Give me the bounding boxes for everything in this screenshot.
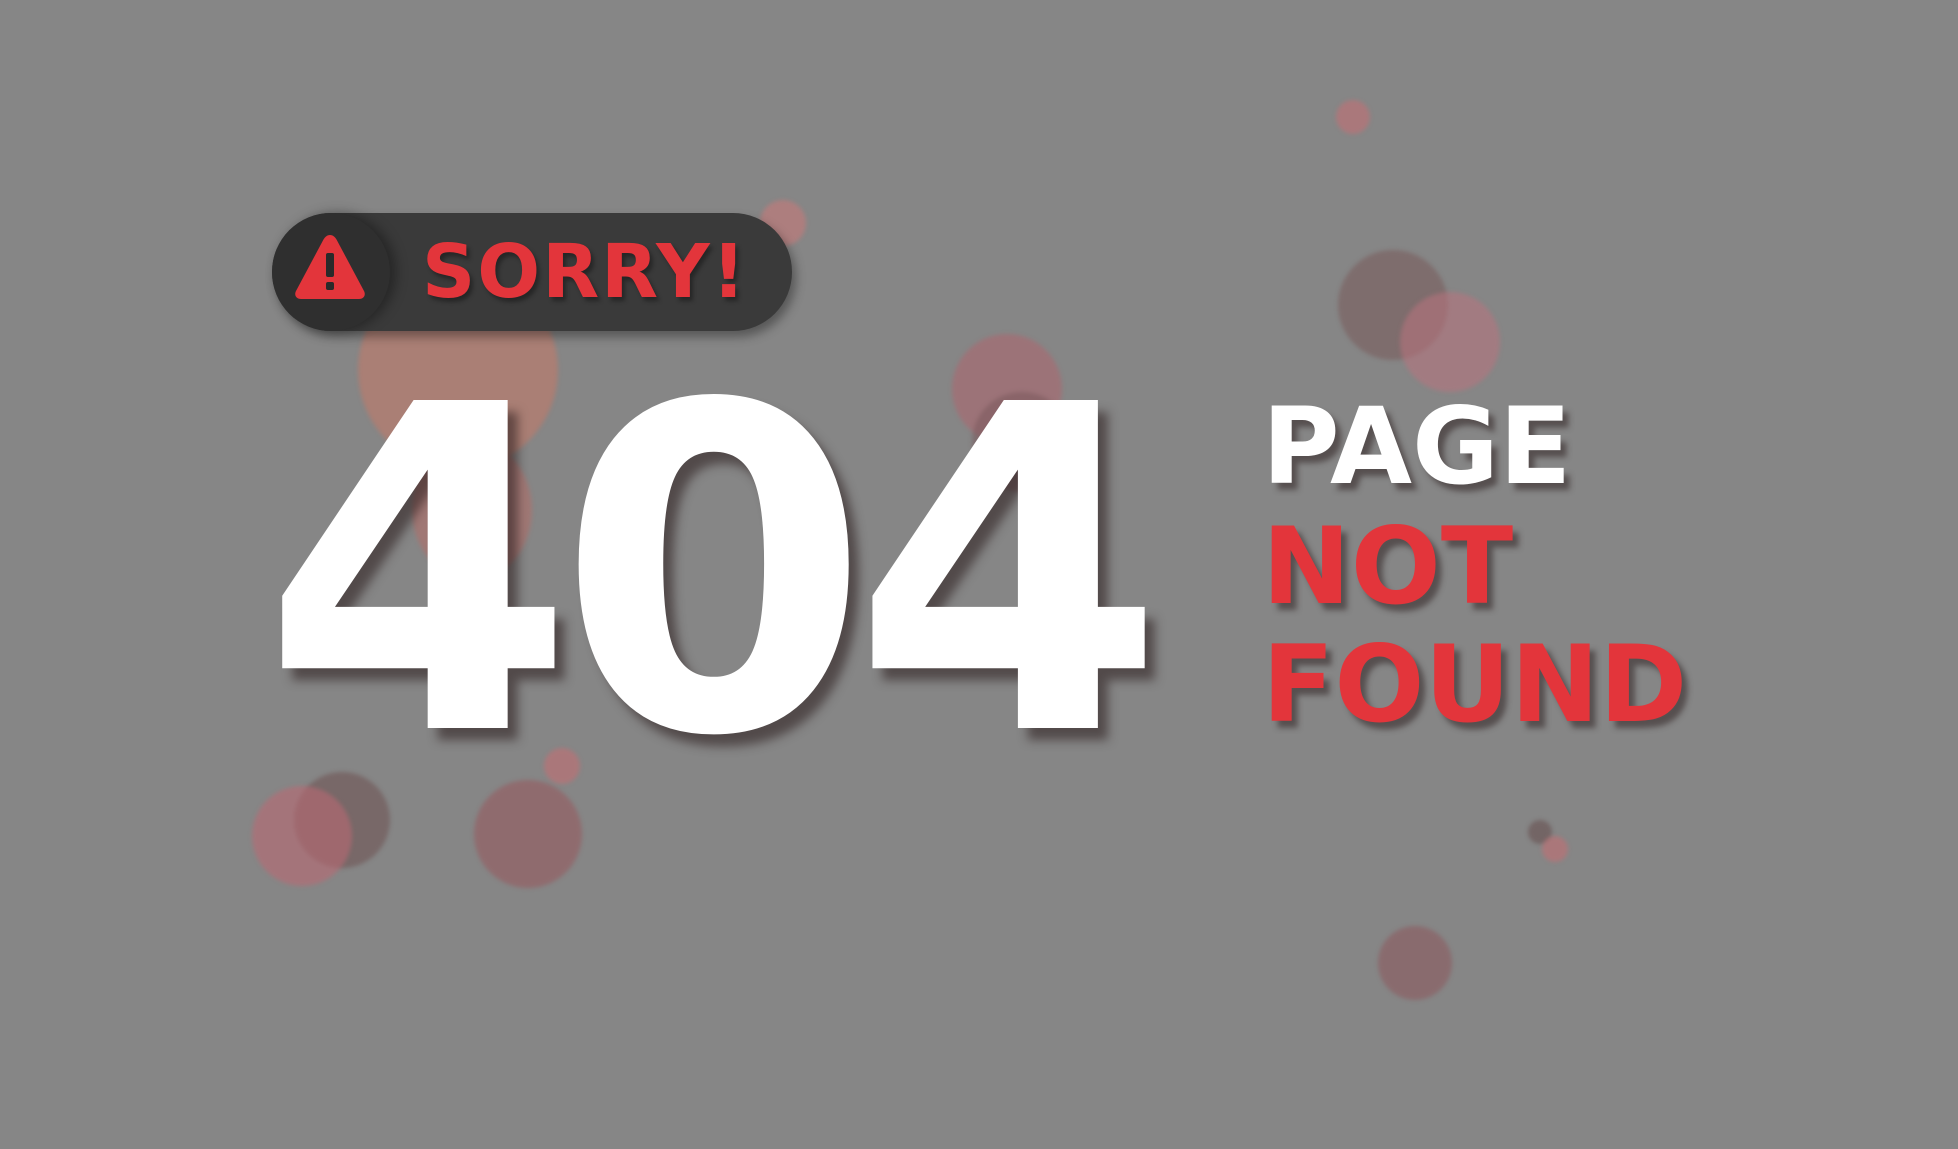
error-page: SORRY! 404 PAGE NOT FOUND	[0, 0, 1958, 1149]
bokeh-circle	[1336, 100, 1370, 134]
sorry-label: SORRY!	[422, 229, 748, 315]
bokeh-circle	[1542, 836, 1568, 862]
bokeh-circle	[1378, 926, 1452, 1000]
not-word: NOT	[1262, 505, 1514, 628]
page-word: PAGE	[1262, 385, 1572, 508]
error-code: 404	[262, 311, 1165, 835]
found-word: FOUND	[1262, 623, 1688, 746]
bokeh-circle	[1400, 292, 1500, 392]
error-message: PAGE NOT FOUND	[1262, 388, 1687, 744]
warning-triangle-icon	[295, 235, 365, 299]
